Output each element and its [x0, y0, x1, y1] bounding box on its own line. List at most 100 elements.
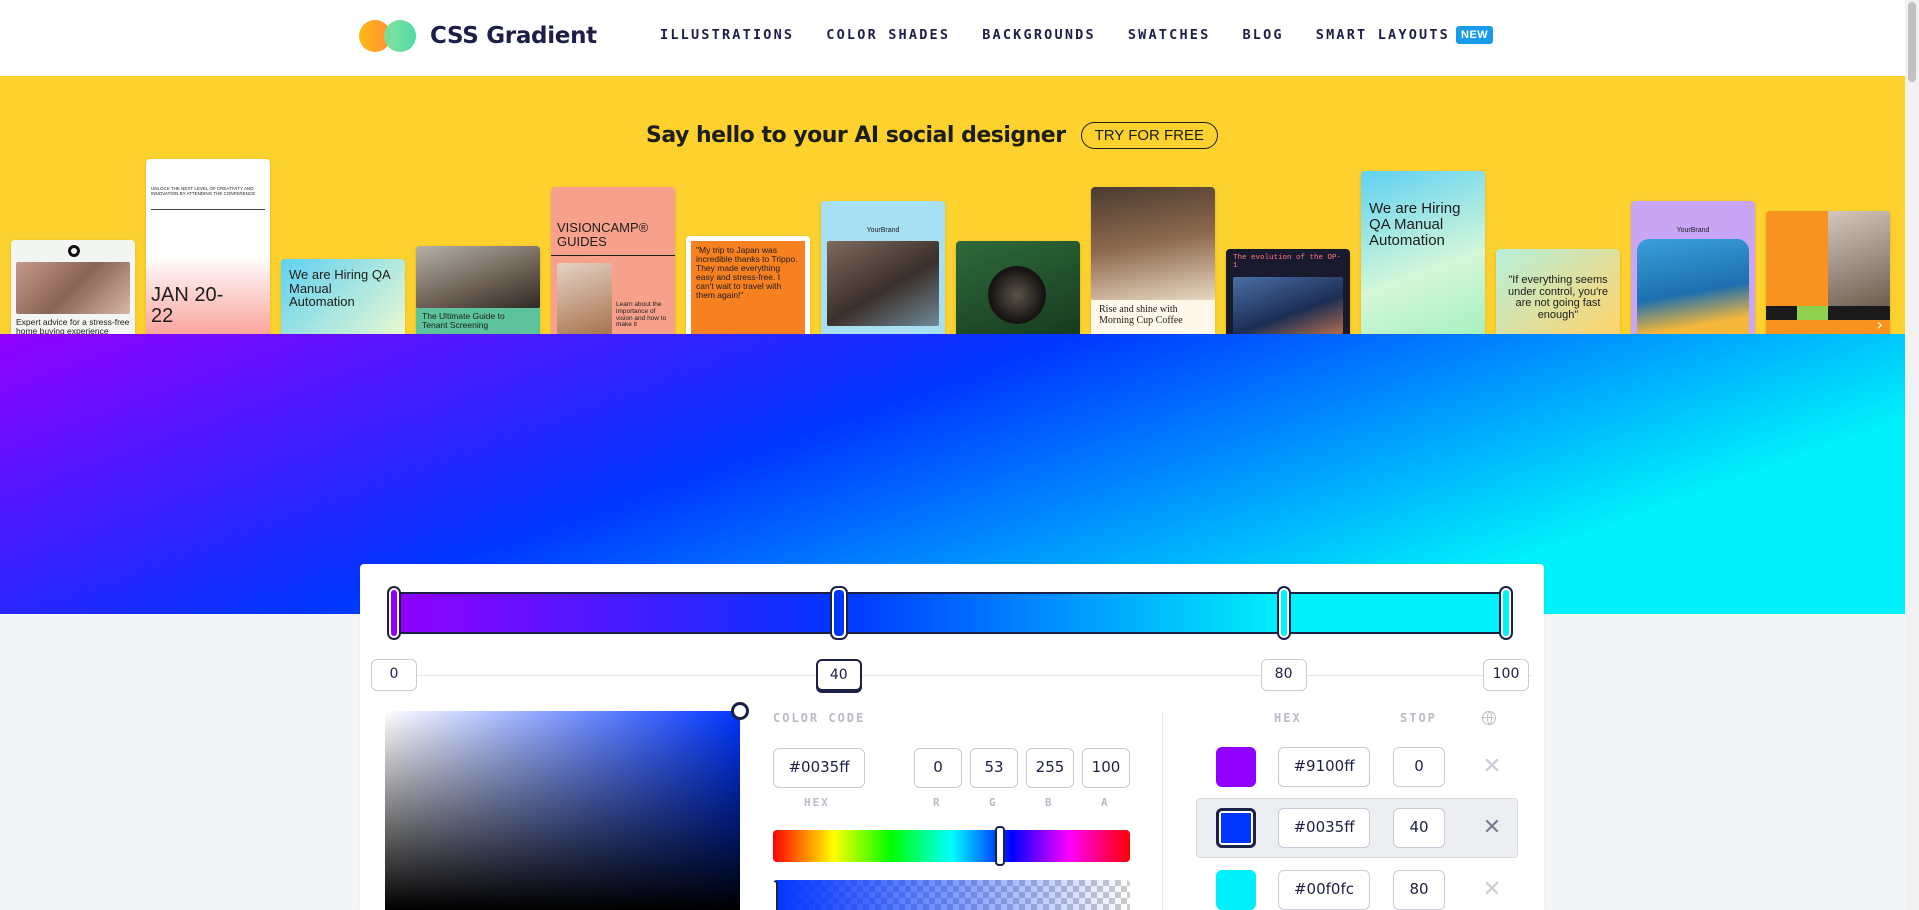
a-label: A [1101, 796, 1110, 809]
new-badge: NEW [1456, 26, 1494, 44]
stop-column-header: STOP [1400, 711, 1437, 725]
scrollbar-thumb[interactable] [1908, 2, 1916, 82]
ad-card[interactable]: VISIONCAMP® GUIDES Learn about the impor… [551, 187, 675, 334]
ad-card[interactable] [956, 241, 1080, 334]
ad-card-text: Learn about the importance of vision and… [616, 301, 667, 329]
remove-stop-icon[interactable]: ✕ [1478, 814, 1506, 842]
hex-input[interactable]: #0035ff [773, 748, 865, 788]
nav-blog[interactable]: BLOG [1242, 27, 1283, 43]
stop-swatch[interactable] [1216, 808, 1256, 848]
ad-card-photo [557, 263, 612, 334]
ad-card-text: The evolution of the OP-1 [1233, 254, 1342, 270]
nav-smart-layouts[interactable]: SMART LAYOUTS NEW [1315, 26, 1494, 44]
stop-position-input[interactable]: 80 [1393, 870, 1445, 910]
ad-banner[interactable]: Say hello to your AI social designer TRY… [0, 76, 1905, 334]
hex-column-header: HEX [1274, 711, 1302, 725]
ad-card-photo [16, 262, 130, 314]
logo-text: CSS Gradient [430, 23, 597, 49]
ad-card[interactable]: The evolution of the OP-1 [1226, 249, 1350, 334]
b-input[interactable]: 255 [1026, 748, 1074, 788]
stop-position-chip[interactable]: 80 [1260, 659, 1307, 691]
alpha-slider[interactable] [773, 880, 1130, 910]
nav-backgrounds[interactable]: BACKGROUNDS [982, 27, 1096, 43]
a-input[interactable]: 100 [1082, 748, 1130, 788]
ring-icon [68, 245, 80, 257]
stop-row[interactable]: #00f0fc 80 ✕ [1196, 860, 1518, 910]
ad-card-text: Rise and shine with Morning Cup Coffee [1099, 304, 1183, 326]
g-input[interactable]: 53 [970, 748, 1018, 788]
gradient-stop-handle[interactable] [829, 586, 848, 640]
stop-position-chip[interactable]: 100 [1483, 659, 1529, 691]
stop-position-chip[interactable]: 40 [815, 659, 862, 691]
main-nav: ILLUSTRATIONS COLOR SHADES BACKGROUNDS S… [660, 26, 1494, 44]
ad-card-text: "My trip to Japan was incredible thanks … [696, 245, 798, 300]
ad-card-text: YourBrand [866, 227, 900, 234]
ad-card[interactable]: The Ultimate Guide to Tenant Screening [416, 246, 540, 334]
nav-color-shades[interactable]: COLOR SHADES [826, 27, 950, 43]
gradient-stop-handle[interactable] [1276, 586, 1291, 640]
saturation-value-picker[interactable] [385, 702, 749, 910]
stop-row-selected[interactable]: #0035ff 40 ✕ [1196, 798, 1518, 858]
logo-icon [359, 20, 416, 52]
nav-smart-layouts-label: SMART LAYOUTS [1315, 27, 1451, 43]
hue-slider-handle[interactable] [994, 826, 1005, 866]
ad-card-photo [1828, 211, 1890, 306]
hex-label: HEX [804, 796, 830, 809]
nav-illustrations[interactable]: ILLUSTRATIONS [660, 27, 794, 43]
alpha-slider-handle[interactable] [773, 880, 778, 910]
chevron-right-icon[interactable]: › [1877, 315, 1883, 334]
ad-card-text: YourBrand [1676, 227, 1710, 234]
hue-slider[interactable] [773, 826, 1130, 866]
ad-card[interactable]: "If everything seems under control, you'… [1496, 249, 1620, 334]
ad-card-photo [1233, 277, 1343, 334]
stop-ruler [372, 675, 1532, 676]
page-scrollbar[interactable] [1905, 0, 1919, 910]
stop-swatch[interactable] [1216, 747, 1256, 787]
stop-hex-input[interactable]: #00f0fc [1278, 870, 1370, 910]
ad-card-photo [416, 246, 540, 308]
stop-row[interactable]: #9100ff 0 ✕ [1196, 737, 1518, 797]
ad-card-text: UNLOCK THE NEXT LEVEL OF CREATIVITY AND … [151, 186, 256, 196]
ad-card[interactable]: Expert advice for a stress-free home buy… [11, 240, 135, 334]
stop-hex-input[interactable]: #9100ff [1278, 747, 1370, 787]
ad-card[interactable]: We are Hiring QA Manual Automation [1361, 171, 1485, 334]
ad-card[interactable]: We are Hiring QA Manual Automation [281, 259, 405, 334]
globe-icon[interactable] [1482, 711, 1496, 725]
ad-card-text: "If everything seems under control, you'… [1508, 274, 1608, 321]
gradient-editor: 0 40 80 100 COLOR CODE #0035ff 0 53 255 100… [360, 564, 1544, 910]
r-input[interactable]: 0 [914, 748, 962, 788]
g-label: G [989, 796, 998, 809]
ad-card-photo [1091, 187, 1215, 300]
stop-position-chip[interactable]: 0 [371, 659, 417, 691]
ad-card-text: VISIONCAMP® GUIDES [557, 220, 649, 249]
gradient-track[interactable] [394, 592, 1506, 634]
remove-stop-icon[interactable]: ✕ [1478, 753, 1506, 781]
ad-card-text: JAN 20-22 [151, 284, 224, 327]
ad-card-text: We are Hiring QA Manual Automation [289, 267, 390, 310]
ad-card[interactable]: YourBrand [1631, 201, 1755, 334]
stop-position-input[interactable]: 0 [1393, 747, 1445, 787]
try-for-free-button[interactable]: TRY FOR FREE [1080, 122, 1219, 149]
color-code-label: COLOR CODE [773, 711, 866, 725]
ad-card[interactable]: UNLOCK THE NEXT LEVEL OF CREATIVITY AND … [146, 159, 270, 334]
gradient-stop-handle[interactable] [1499, 586, 1513, 640]
ad-card[interactable]: Rise and shine with Morning Cup Coffee [1091, 187, 1215, 334]
picker-knob[interactable] [731, 702, 749, 720]
ad-card[interactable]: "My trip to Japan was incredible thanks … [686, 236, 810, 334]
ad-card-text: We are Hiring QA Manual Automation [1369, 200, 1461, 249]
ad-card[interactable] [1766, 211, 1890, 334]
ad-card-text: The Ultimate Guide to Tenant Screening [422, 311, 505, 330]
b-label: B [1045, 796, 1054, 809]
stop-swatch[interactable] [1216, 870, 1256, 910]
stop-position-input[interactable]: 40 [1393, 808, 1445, 848]
stop-hex-input[interactable]: #0035ff [1278, 808, 1370, 848]
remove-stop-icon[interactable]: ✕ [1478, 876, 1506, 904]
ad-card[interactable]: YourBrand [821, 201, 945, 334]
gradient-stop-handle[interactable] [387, 586, 401, 640]
nav-swatches[interactable]: SWATCHES [1128, 27, 1211, 43]
panel-divider [1162, 711, 1163, 910]
ad-title: Say hello to your AI social designer [646, 123, 1066, 148]
watch-icon [988, 266, 1046, 324]
logo[interactable]: CSS Gradient [359, 20, 597, 52]
ad-card-text: Expert advice for a stress-free home buy… [16, 317, 130, 334]
